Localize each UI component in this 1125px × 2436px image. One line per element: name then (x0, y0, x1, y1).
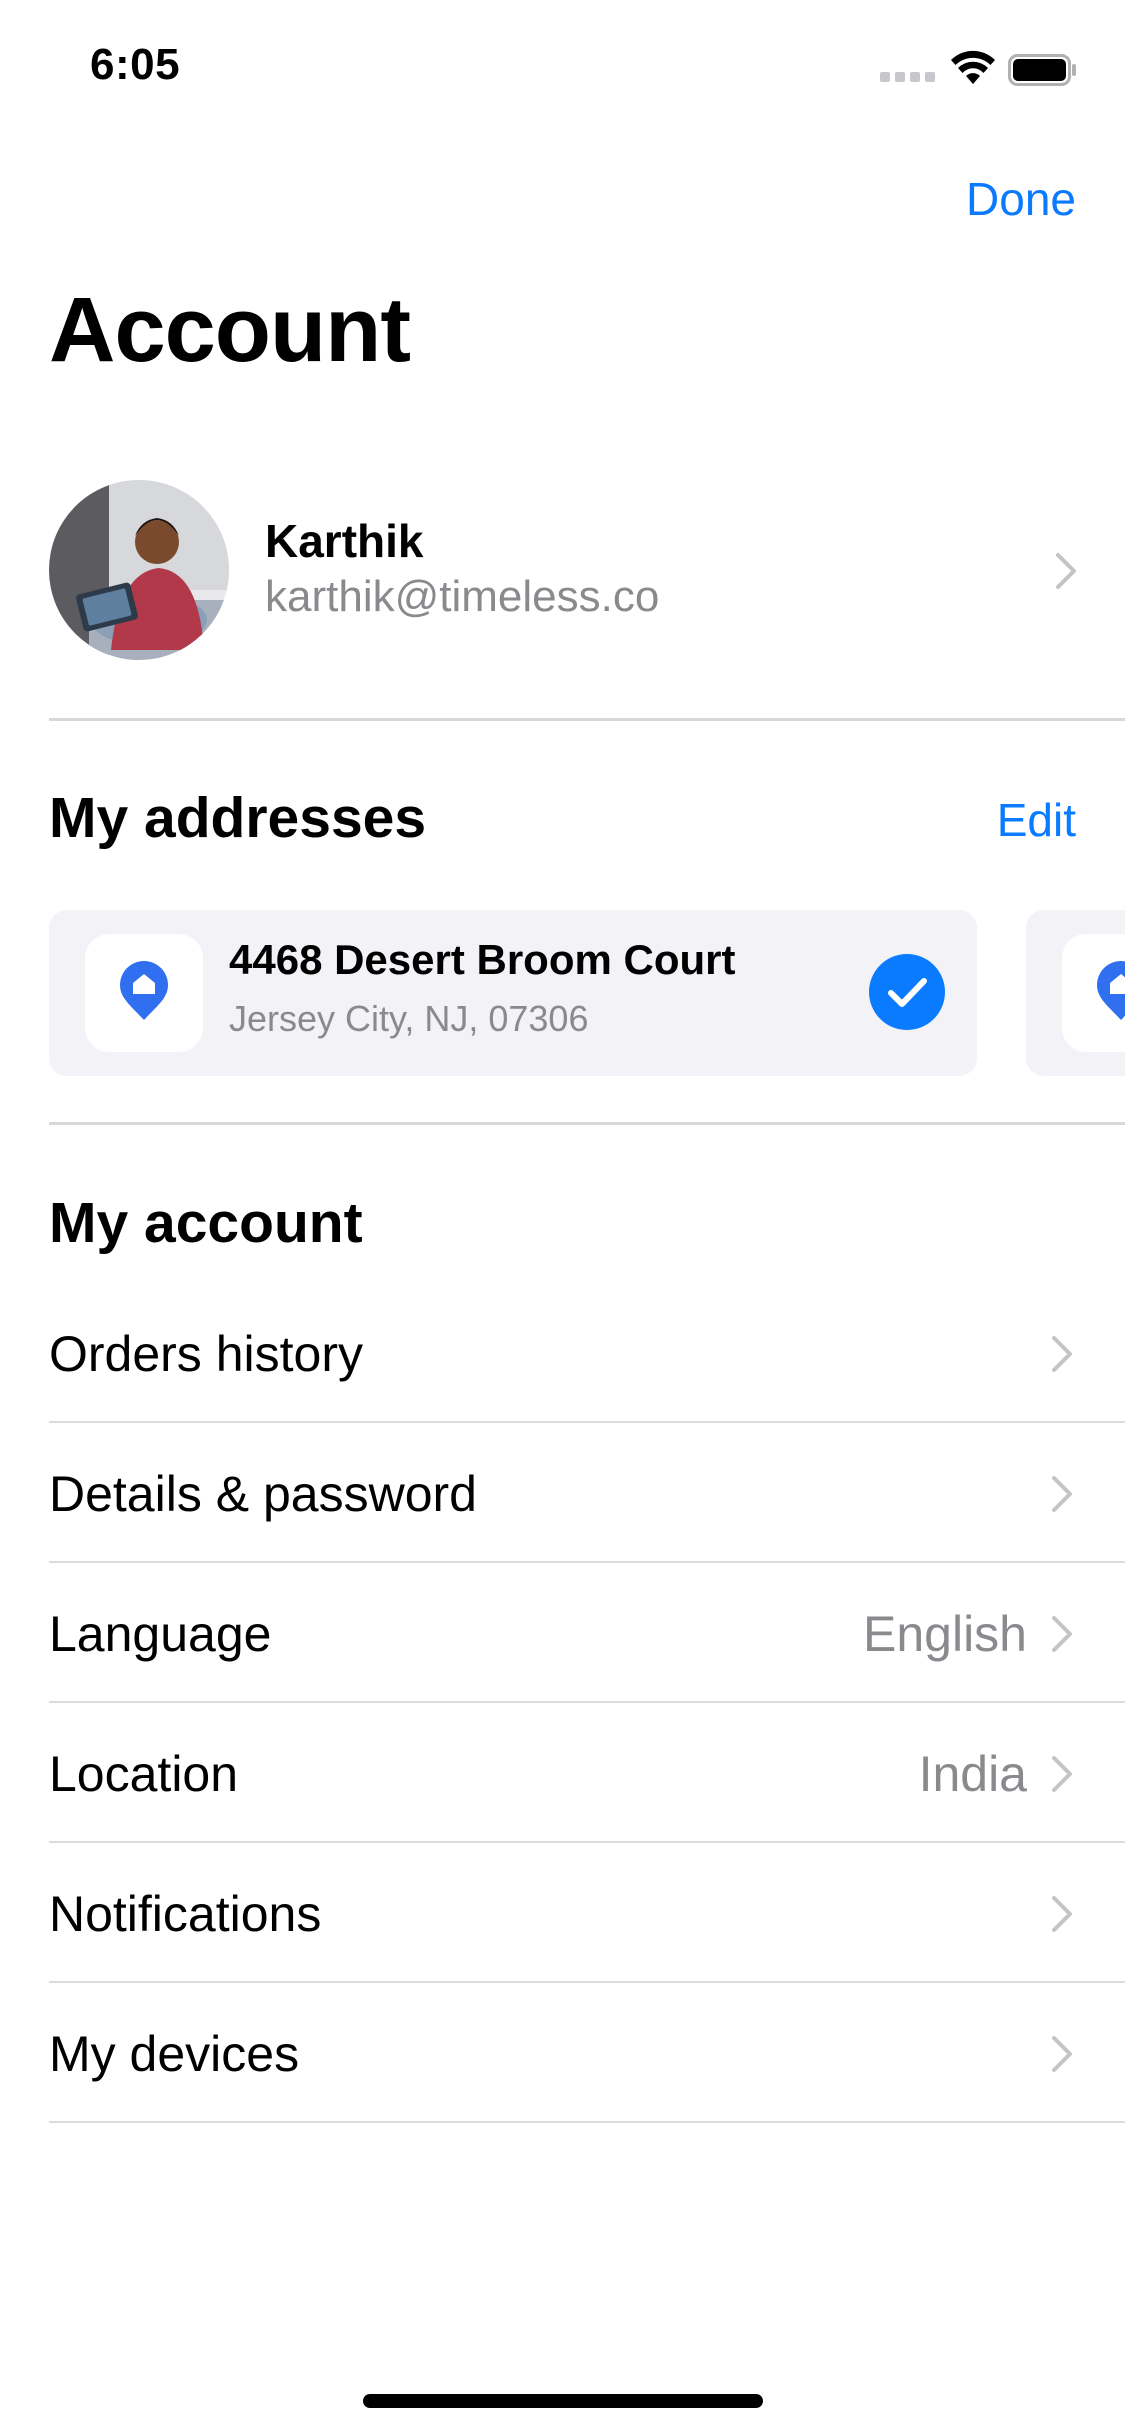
account-section-title: My account (49, 1191, 363, 1255)
home-pin-icon (1097, 961, 1125, 1020)
battery-icon (1008, 54, 1076, 86)
profile-row[interactable]: Karthik karthik@timeless.co (0, 470, 1125, 670)
section-divider (49, 718, 1125, 721)
chevron-right-icon (1052, 1476, 1072, 1512)
page-title: Account (49, 279, 411, 381)
menu-item-label: Notifications (49, 1886, 322, 1942)
address-card[interactable]: 4468 Desert Broom Court Jersey City, NJ,… (49, 910, 977, 1076)
menu-item-label: Location (49, 1746, 239, 1802)
menu-item-language[interactable]: Language English (49, 1563, 1125, 1703)
avatar (49, 480, 229, 660)
cellular-signal-icon (880, 72, 936, 86)
home-indicator[interactable] (363, 2394, 763, 2408)
profile-name: Karthik (265, 515, 424, 567)
row-divider (49, 2121, 1125, 2123)
address-card-partial[interactable] (1026, 910, 1125, 1076)
menu-item-location[interactable]: Location India (49, 1703, 1125, 1843)
menu-item-details-password[interactable]: Details & password (49, 1423, 1125, 1563)
address-subtitle: Jersey City, NJ, 07306 (229, 998, 589, 1039)
chevron-right-icon (1052, 1896, 1072, 1932)
menu-item-value: India (918, 1746, 1027, 1802)
menu-item-label: My devices (49, 2026, 300, 2082)
chevron-right-icon (1052, 1756, 1072, 1792)
edit-addresses-button[interactable]: Edit (997, 793, 1076, 847)
home-pin-icon (120, 961, 168, 1020)
address-icon-container (85, 934, 203, 1052)
done-button[interactable]: Done (966, 172, 1076, 226)
chevron-right-icon (1052, 2036, 1072, 2072)
menu-item-label: Orders history (49, 1326, 363, 1382)
address-icon-container (1062, 934, 1125, 1052)
chevron-right-icon (1052, 1616, 1072, 1652)
menu-item-label: Language (49, 1606, 272, 1662)
wifi-icon (951, 50, 995, 84)
section-divider (49, 1122, 1125, 1125)
selected-check-icon (869, 954, 945, 1030)
status-time: 6:05 (90, 40, 181, 89)
chevron-right-icon (1056, 553, 1076, 589)
profile-email: karthik@timeless.co (265, 572, 660, 621)
chevron-right-icon (1052, 1336, 1072, 1372)
menu-item-value: English (863, 1606, 1027, 1662)
menu-item-orders-history[interactable]: Orders history (49, 1283, 1125, 1423)
menu-item-label: Details & password (49, 1466, 477, 1522)
menu-item-my-devices[interactable]: My devices (49, 1983, 1125, 2123)
addresses-section-title: My addresses (49, 786, 427, 850)
address-title: 4468 Desert Broom Court (229, 936, 736, 983)
menu-item-notifications[interactable]: Notifications (49, 1843, 1125, 1983)
